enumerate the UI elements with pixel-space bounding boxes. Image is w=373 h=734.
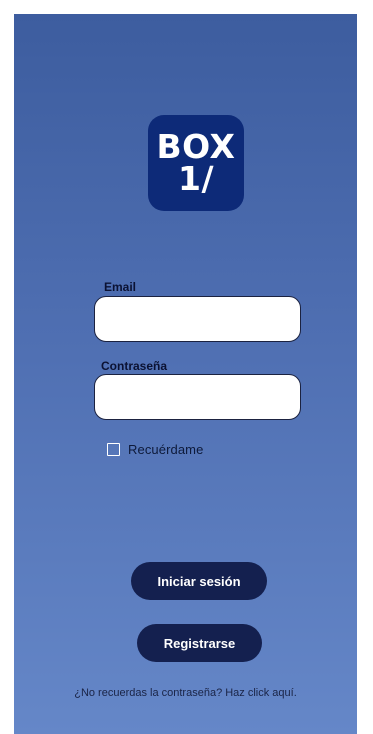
app-logo: BOX 1/ <box>148 115 244 211</box>
remember-me-checkbox[interactable] <box>107 443 120 456</box>
forgot-password-link[interactable]: ¿No recuerdas la contraseña? Haz click a… <box>14 687 357 699</box>
email-label: Email <box>104 280 137 294</box>
email-field[interactable] <box>94 296 301 342</box>
login-screen: BOX 1/ Email Contraseña Recuérdame Inici… <box>14 14 357 734</box>
password-field[interactable] <box>94 374 301 420</box>
register-button[interactable]: Registrarse <box>137 624 262 662</box>
login-button[interactable]: Iniciar sesión <box>131 562 267 600</box>
remember-me-label: Recuérdame <box>128 442 204 457</box>
remember-me-toggle[interactable]: Recuérdame <box>107 442 203 457</box>
logo-text-line2: 1/ <box>177 159 214 198</box>
password-label: Contraseña <box>101 359 168 373</box>
